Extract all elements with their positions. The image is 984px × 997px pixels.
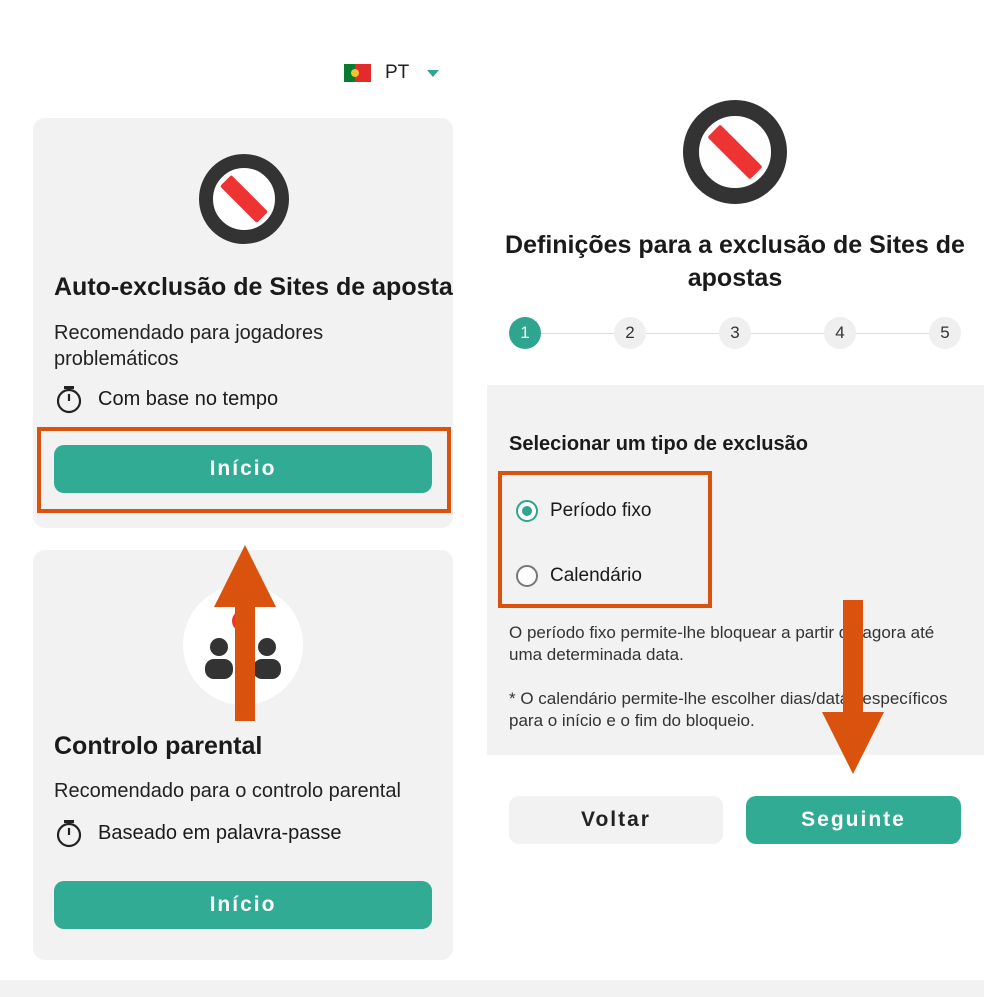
card-description: Recomendado para o controlo parental <box>54 780 401 802</box>
info-fixed-period: O período fixo permite-lhe bloquear a pa… <box>509 623 935 664</box>
stopwatch-icon <box>56 386 82 414</box>
card-title: Auto-exclusão de Sites de apostas <box>54 273 453 301</box>
card-meta: Baseado em palavra-passe <box>54 818 341 848</box>
section-title: Selecionar um tipo de exclusão <box>509 433 808 455</box>
info-calendar: * O calendário permite-lhe escolher dias… <box>509 689 948 730</box>
language-code: PT <box>385 62 410 83</box>
block-icon <box>199 154 289 244</box>
radio-unchecked-icon[interactable] <box>516 565 538 587</box>
portugal-flag-icon <box>344 64 371 82</box>
card-meta-label: Com base no tempo <box>98 387 279 410</box>
option-label: Período fixo <box>550 500 652 521</box>
bottom-bar <box>0 980 984 997</box>
step-2[interactable]: 2 <box>614 317 646 349</box>
arrow-up-icon <box>214 545 276 721</box>
step-1[interactable]: 1 <box>509 317 541 349</box>
options-highlight <box>498 471 712 608</box>
next-button[interactable]: Seguinte <box>746 796 961 844</box>
radio-checked-icon[interactable] <box>516 500 538 522</box>
back-button[interactable]: Voltar <box>509 796 723 844</box>
card-meta: Com base no tempo <box>54 384 278 414</box>
arrow-down-icon <box>822 600 884 774</box>
block-icon <box>683 100 787 204</box>
step-3[interactable]: 3 <box>719 317 751 349</box>
step-5[interactable]: 5 <box>929 317 961 349</box>
stepper: 1 2 3 4 5 <box>509 317 961 349</box>
option-label: Calendário <box>550 565 642 586</box>
chevron-down-icon <box>427 69 440 77</box>
option-fixed-period[interactable]: Período fixo <box>516 500 651 522</box>
language-selector[interactable]: PT <box>344 60 444 86</box>
parental-control-start-button[interactable]: Início <box>54 881 432 929</box>
card-meta-label: Baseado em palavra-passe <box>98 821 342 844</box>
card-description: Recomendado para jogadores problemáticos <box>54 322 324 370</box>
settings-title: Definições para a exclusão de Sites de a… <box>505 231 965 292</box>
option-calendar[interactable]: Calendário <box>516 565 642 587</box>
self-exclusion-start-button[interactable]: Início <box>54 445 432 493</box>
exclusion-type-panel: Selecionar um tipo de exclusão Período f… <box>487 385 984 755</box>
stopwatch-icon <box>56 820 82 848</box>
card-title: Controlo parental <box>54 732 263 760</box>
step-4[interactable]: 4 <box>824 317 856 349</box>
